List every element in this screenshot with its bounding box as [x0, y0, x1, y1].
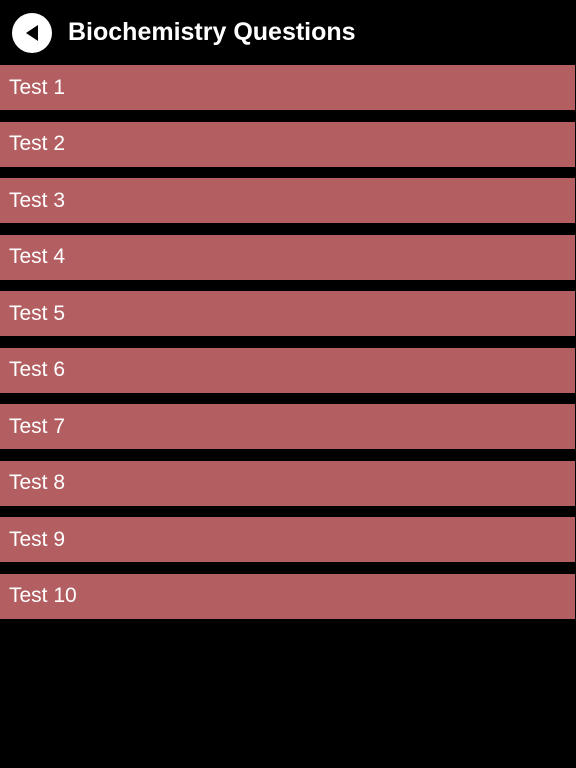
test-list: Test 1 Test 2 Test 3 Test 4 Test 5 Test … — [0, 65, 576, 630]
test-item-label: Test 1 — [9, 75, 66, 99]
back-button[interactable] — [12, 13, 52, 53]
test-item-label: Test 7 — [9, 414, 66, 438]
test-item-label: Test 5 — [9, 301, 66, 325]
test-item[interactable]: Test 4 — [0, 234, 575, 280]
test-item-label: Test 4 — [9, 245, 66, 268]
test-item[interactable]: Test 8 — [0, 460, 575, 506]
test-item[interactable]: Test 6 — [0, 347, 575, 393]
test-item[interactable]: Test 9 — [0, 517, 575, 562]
test-item[interactable]: Test 2 — [0, 121, 575, 167]
page-title: Biochemistry Questions — [68, 18, 356, 46]
screen: Biochemistry Questions Test 1 Test 2 Tes… — [0, 0, 576, 768]
back-arrow-icon — [26, 25, 38, 41]
test-item-label: Test 6 — [9, 358, 66, 381]
test-item[interactable]: Test 5 — [0, 291, 575, 336]
test-item-label: Test 9 — [9, 527, 66, 551]
test-item[interactable]: Test 1 — [0, 65, 575, 110]
test-item-label: Test 3 — [9, 188, 66, 212]
test-item-label: Test 10 — [9, 584, 77, 607]
test-item-label: Test 8 — [9, 471, 66, 494]
header-bar: Biochemistry Questions — [0, 0, 576, 64]
test-item[interactable]: Test 7 — [0, 404, 575, 449]
test-item[interactable]: Test 10 — [0, 573, 575, 619]
test-item-label: Test 2 — [9, 132, 66, 155]
test-item[interactable]: Test 3 — [0, 178, 575, 223]
